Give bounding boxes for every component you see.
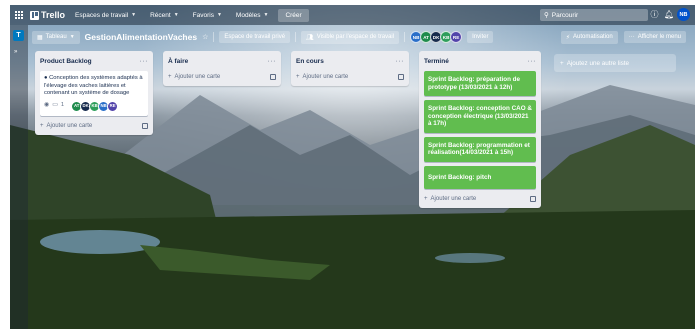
list-title[interactable]: Terminé [424,58,449,65]
chevron-down-icon: ▼ [216,12,222,18]
chevron-down-icon: ▼ [173,12,179,18]
visibility-label: Visible par l'espace de travail [316,34,395,40]
card-template-icon[interactable] [270,74,276,80]
list-menu-icon[interactable]: ··· [140,58,149,65]
workspace-private-button[interactable]: Espace de travail privé [219,31,291,43]
lightning-icon: ⚡︎ [565,34,571,41]
trello-logo-icon [30,10,39,20]
divider [404,32,406,42]
list-menu-icon[interactable]: ··· [396,58,405,65]
plus-icon: + [40,122,44,129]
card[interactable]: Sprint Backlog: préparation de prototype… [424,71,536,96]
nav-favorites-label: Favoris [192,11,214,19]
add-card-button[interactable]: + Ajouter une carte [424,196,476,202]
search-placeholder: Parcourir [551,11,579,19]
add-card-label: Ajouter une carte [174,74,221,80]
card-title: ● Conception des systèmes adaptés à l'él… [44,75,143,96]
nav-favorites[interactable]: Favoris ▼ [189,10,226,21]
member-avatar[interactable]: RE [450,31,463,43]
card[interactable]: Sprint Backlog: programmation et réalisa… [424,136,536,162]
list-product-backlog: Product Backlog ··· ● Conception des sys… [35,51,153,135]
list-en-cours: En cours ··· + Ajouter une carte [291,51,409,86]
people-icon: 👥︎ [306,34,314,41]
dots-icon: ··· [628,34,635,40]
nav-templates[interactable]: Modèles ▼ [232,10,273,21]
nav-workspaces[interactable]: Espaces de travail ▼ [71,10,140,21]
card-template-icon[interactable] [398,74,404,80]
divider [213,32,215,42]
list-title[interactable]: À faire [168,58,188,65]
automation-button[interactable]: ⚡︎ Automatisation [560,30,618,44]
eye-icon: ◉ [44,102,50,109]
workspace-badge[interactable]: T [13,30,24,41]
add-list-button[interactable]: + Ajoutez une autre liste [554,54,676,72]
view-label: Tableau [45,34,67,40]
info-icon[interactable]: ⓘ [650,10,659,19]
trello-logo-text: Trello [41,10,66,20]
trello-window: Trello Espaces de travail ▼ Récent ▼ Favor… [10,5,695,329]
notification-bell-icon[interactable]: 🔔︎ [664,10,674,19]
add-card-label: Ajouter une carte [46,122,93,129]
add-card-label: Ajouter une carte [302,74,349,80]
list-a-faire: À faire ··· + Ajouter une carte [163,51,281,86]
nav-recent-label: Récent [150,11,171,19]
divider [295,32,297,42]
expand-sidebar-icon[interactable]: » [14,49,17,55]
add-card-button[interactable]: + Ajouter une carte [296,74,348,80]
board-members: NB AT DK KB RE [410,31,463,43]
add-card-button[interactable]: + Ajouter une carte [40,123,92,129]
board-header: ▦ Tableau ▼ GestionAlimentationVaches ☆ … [32,28,692,46]
show-menu-button[interactable]: ··· Afficher le menu [623,31,686,43]
apps-grid-icon[interactable] [14,10,24,20]
automation-label: Automatisation [573,34,613,40]
list-title[interactable]: Product Backlog [40,58,92,65]
card-members: AT DK KB NB RE [71,100,119,112]
card-template-icon[interactable] [142,122,148,129]
card[interactable]: Sprint Backlog: pitch [424,165,536,189]
add-card-button[interactable]: + Ajouter une carte [168,74,220,80]
comment-icon: ▭ [52,102,58,109]
nav-workspaces-label: Espaces de travail [75,11,129,19]
card-template-icon[interactable] [530,196,536,202]
add-card-label: Ajouter une carte [430,196,477,202]
plus-icon: + [168,74,172,80]
plus-icon: + [296,74,300,80]
search-icon: ⚲ [544,12,549,19]
board-title[interactable]: GestionAlimentationVaches [85,32,197,42]
list-menu-icon[interactable]: ··· [528,58,537,65]
list-title[interactable]: En cours [296,58,324,65]
search-input[interactable]: ⚲ Parcourir [540,9,648,21]
visibility-button[interactable]: 👥︎ Visible par l'espace de travail [301,30,400,44]
chevron-down-icon: ▼ [263,12,269,18]
show-menu-label: Afficher le menu [637,34,681,40]
plus-icon: + [424,196,428,202]
view-switcher-button[interactable]: ▦ Tableau ▼ [32,30,80,44]
nav-templates-label: Modèles [235,11,261,19]
board-header-right: ⚡︎ Automatisation ··· Afficher le menu [560,28,686,46]
card[interactable]: ● Conception des systèmes adaptés à l'él… [40,71,148,116]
add-list-label: Ajoutez une autre liste [566,59,629,67]
nav-recent[interactable]: Récent ▼ [146,10,183,21]
user-avatar[interactable]: NB [677,8,690,21]
invite-button[interactable]: Inviter [467,31,494,43]
trello-logo[interactable]: Trello [30,10,65,20]
chevron-down-icon: ▼ [131,12,137,18]
board-view-icon: ▦ [37,34,43,41]
workspace-sidebar [10,25,28,329]
create-button[interactable]: Créer [278,8,309,22]
plus-icon: + [560,59,564,67]
list-menu-icon[interactable]: ··· [268,58,277,65]
list-termine: Terminé ··· Sprint Backlog: préparation … [419,51,541,208]
chevron-down-icon: ▼ [69,34,75,40]
star-icon[interactable]: ☆ [202,33,208,41]
card[interactable]: Sprint Backlog: conception CAO & concept… [424,100,536,133]
card-badges: ◉ ▭ 1 AT DK KB NB RE [44,100,144,112]
member-avatar[interactable]: RE [107,100,119,112]
comment-count: 1 [60,102,65,109]
